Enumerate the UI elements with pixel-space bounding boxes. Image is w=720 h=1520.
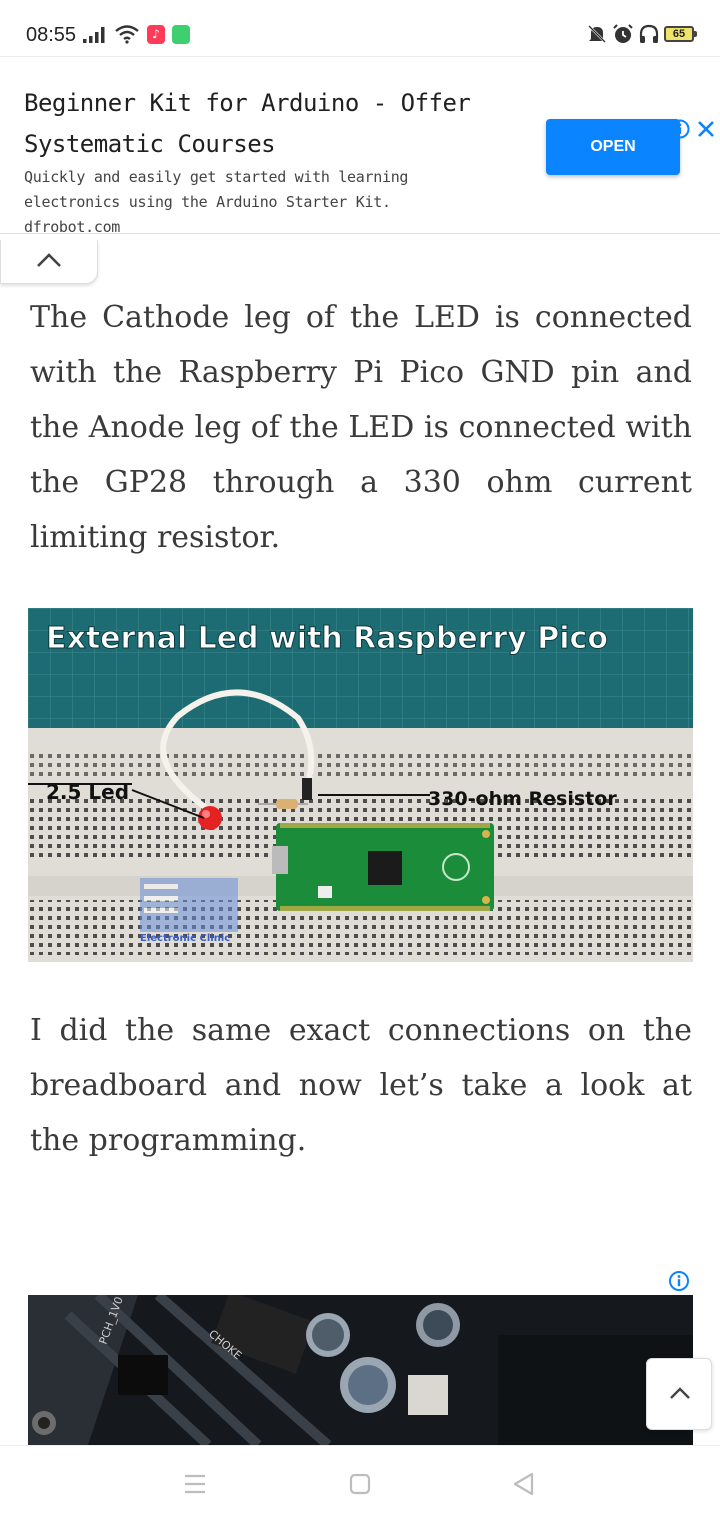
alarm-icon <box>613 24 633 43</box>
music-app-icon: ♪ <box>147 25 165 44</box>
ad-close-icon[interactable] <box>696 119 716 139</box>
ad-title[interactable]: Beginner Kit for Arduino - Offer Systema… <box>24 83 494 165</box>
mute-icon <box>588 25 606 43</box>
chevron-up-icon <box>670 1387 690 1399</box>
status-bar: 08:55 ♪ 65 <box>0 0 720 56</box>
ad-description: Quickly and easily get started with lear… <box>24 168 409 236</box>
resistor-label: 330-ohm Resistor <box>428 788 617 810</box>
back-icon[interactable] <box>510 1470 538 1498</box>
battery-icon: 65 <box>664 26 697 42</box>
navigation-bar <box>0 1445 720 1520</box>
ad-banner[interactable]: Beginner Kit for Arduino - Offer Systema… <box>0 56 720 236</box>
led-label: 2.5 Led <box>46 780 129 804</box>
scroll-to-top-button[interactable] <box>646 1358 712 1430</box>
ad-info-icon[interactable] <box>668 1270 690 1292</box>
ad-open-button[interactable]: OPEN <box>546 119 680 175</box>
article-paragraph: I did the same exact connections on the … <box>30 1013 692 1158</box>
watermark-text: Electronic Clinic <box>140 933 230 944</box>
wifi-icon <box>115 25 139 44</box>
status-time: 08:55 <box>26 24 77 46</box>
headphones-icon <box>639 24 659 43</box>
article-paragraph: The Cathode leg of the LED is connected … <box>30 300 692 555</box>
chat-app-icon <box>172 25 190 44</box>
image-title: External Led with Raspberry Pico <box>46 621 608 656</box>
signal-icon <box>83 27 105 43</box>
home-icon[interactable] <box>346 1470 374 1498</box>
ad-collapse-tab[interactable] <box>0 240 98 284</box>
article-image: External Led with Raspberry Pico 2.5 Led… <box>28 608 693 962</box>
ad-info-icon[interactable] <box>670 119 690 139</box>
chevron-up-icon <box>37 253 61 267</box>
ad-image[interactable]: PCH_1V0 CHOKE <box>28 1295 693 1445</box>
menu-icon[interactable] <box>181 1470 209 1498</box>
